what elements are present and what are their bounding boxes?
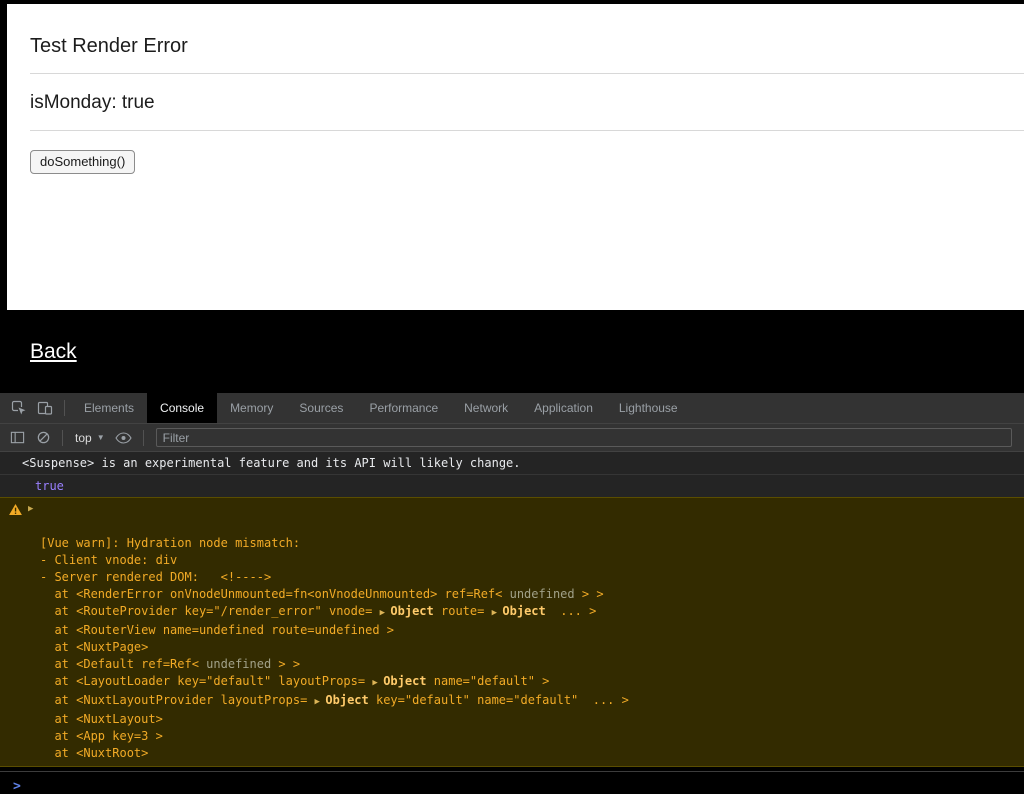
console-info-message: <Suspense> is an experimental feature an… (0, 452, 1024, 475)
object-token[interactable]: Object (390, 604, 433, 618)
dosomething-button[interactable]: doSomething() (30, 150, 135, 174)
prompt-chevron-icon: > (13, 779, 21, 794)
back-link[interactable]: Back (30, 340, 77, 364)
warning-text-segment: undefined (206, 657, 271, 671)
console-warning-line: at <App key=3 > (0, 728, 1024, 745)
console-sidebar-icon[interactable] (4, 425, 30, 451)
console-warning-line: at <NuxtLayout> (0, 711, 1024, 728)
devtools-tabbar: ElementsConsoleMemorySourcesPerformanceN… (0, 393, 1024, 423)
console-warning-line: at <NuxtRoot> (0, 745, 1024, 762)
inspect-icon[interactable] (6, 395, 32, 421)
warning-text-segment[interactable]: ▶ (492, 608, 503, 618)
console-prompt[interactable]: > (0, 771, 1024, 794)
tab-sources[interactable]: Sources (286, 393, 356, 423)
warning-text-segment: at <Default ref=Ref< (40, 657, 206, 671)
result-value: true (35, 479, 64, 493)
console-warning-line: at <RouterView name=undefined route=unde… (0, 622, 1024, 639)
toolbar-separator (64, 400, 65, 416)
devtools-tabs: ElementsConsoleMemorySourcesPerformanceN… (71, 393, 691, 423)
warning-icon (9, 503, 22, 520)
toolbar-separator (62, 430, 63, 446)
console-warning-line: - Client vnode: div (0, 552, 1024, 569)
browser-page: Test Render Error isMonday: true doSomet… (7, 4, 1024, 310)
warning-text-segment: at <RouteProvider key="/render_error" vn… (40, 604, 380, 618)
warning-text-segment: [Vue warn]: Hydration node mismatch: (40, 536, 300, 550)
chevron-down-icon: ▼ (97, 433, 105, 442)
tab-performance[interactable]: Performance (356, 393, 451, 423)
warning-text-segment: ... > (546, 604, 597, 618)
warning-text-segment: route= (434, 604, 492, 618)
object-token[interactable]: Object (383, 674, 426, 688)
console-messages: <Suspense> is an experimental feature an… (0, 452, 1024, 794)
warning-text-segment: - Client vnode: div (40, 553, 177, 567)
warning-text-segment: at <NuxtPage> (40, 640, 148, 654)
tab-network[interactable]: Network (451, 393, 521, 423)
warning-text-segment: key="default" name="default" ... > (369, 693, 629, 707)
warning-text-segment: > > (271, 657, 300, 671)
ismonday-status-text: isMonday: true (30, 91, 1024, 115)
back-section: Back (0, 310, 1024, 393)
console-warning-line: at <NuxtLayoutProvider layoutProps= ▶ Ob… (0, 692, 1024, 711)
divider (30, 130, 1024, 131)
warning-text-segment: at <NuxtLayoutProvider layoutProps= (40, 693, 315, 707)
warning-text-segment: undefined (510, 587, 575, 601)
page-title: Test Render Error (30, 34, 1024, 58)
console-warning-line: at <RenderError onVnodeUnmounted=fn<onVn… (0, 586, 1024, 603)
object-token[interactable]: Object (325, 693, 368, 707)
live-expression-eye-icon[interactable] (111, 425, 137, 451)
console-warning-line: at <Default ref=Ref< undefined > > (0, 656, 1024, 673)
devtools-panel: ElementsConsoleMemorySourcesPerformanceN… (0, 393, 1024, 767)
expand-triangle-icon[interactable]: ▶ (28, 501, 33, 518)
warning-text-segment: at <NuxtLayout> (40, 712, 163, 726)
tab-console[interactable]: Console (147, 393, 217, 423)
tab-memory[interactable]: Memory (217, 393, 286, 423)
warning-text-segment: at <NuxtRoot> (40, 746, 148, 760)
warning-text-segment: at <LayoutLoader key="default" layoutPro… (40, 674, 372, 688)
warning-text-segment: at <App key=3 > (40, 729, 163, 743)
console-warning-block: ▶ [Vue warn]: Hydration node mismatch: - C… (0, 497, 1024, 767)
clear-console-icon[interactable] (30, 425, 56, 451)
toolbar-separator (143, 430, 144, 446)
console-warning-line: - Server rendered DOM: <!----> (0, 569, 1024, 586)
console-toolbar: top ▼ (0, 423, 1024, 452)
context-selector[interactable]: top ▼ (69, 431, 111, 445)
divider (30, 73, 1024, 74)
tab-lighthouse[interactable]: Lighthouse (606, 393, 691, 423)
tab-application[interactable]: Application (521, 393, 606, 423)
console-warning-line: at <LayoutLoader key="default" layoutPro… (0, 673, 1024, 692)
console-warning-line: at <RouteProvider key="/render_error" vn… (0, 603, 1024, 622)
context-selector-label: top (75, 431, 92, 445)
warning-text-segment: - Server rendered DOM: <!----> (40, 570, 271, 584)
console-result: true (0, 475, 1024, 497)
warning-text-segment[interactable]: ▶ (315, 697, 326, 707)
warning-text-segment: at <RouterView name=undefined route=unde… (40, 623, 394, 637)
tab-elements[interactable]: Elements (71, 393, 147, 423)
console-warning-line: at <NuxtPage> (0, 639, 1024, 656)
warning-text-segment: > > (575, 587, 604, 601)
warning-text-segment: name="default" > (427, 674, 550, 688)
warning-text-segment[interactable]: ▶ (380, 608, 391, 618)
info-message-text: <Suspense> is an experimental feature an… (22, 456, 521, 470)
object-token[interactable]: Object (502, 604, 545, 618)
device-toolbar-icon[interactable] (32, 395, 58, 421)
warning-text-segment[interactable]: ▶ (372, 678, 383, 688)
console-filter-input[interactable] (156, 428, 1012, 447)
warning-text-segment: at <RenderError onVnodeUnmounted=fn<onVn… (40, 587, 510, 601)
console-warning-line: ▶ [Vue warn]: Hydration node mismatch: (0, 501, 1024, 552)
